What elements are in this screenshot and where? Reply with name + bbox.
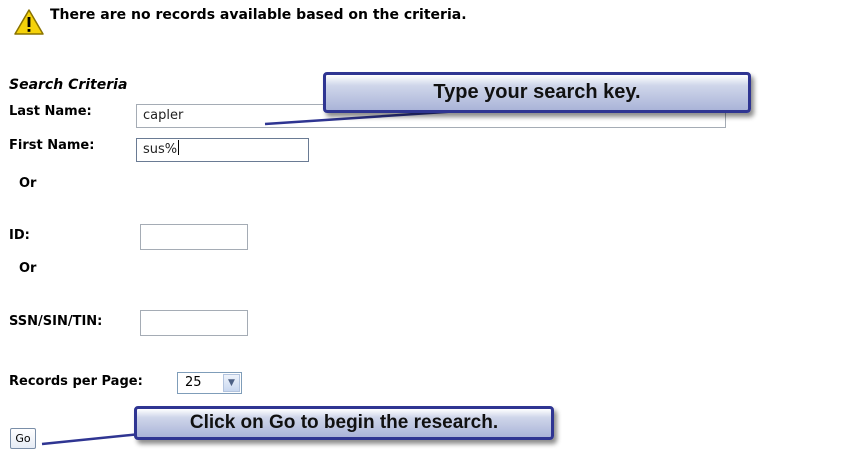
no-records-message: There are no records available based on … bbox=[50, 7, 467, 23]
or-separator-1: Or bbox=[19, 176, 37, 191]
last-name-label: Last Name: bbox=[9, 104, 92, 119]
last-name-value: capler bbox=[143, 108, 184, 123]
go-hint-callout: Click on Go to begin the research. bbox=[134, 406, 554, 440]
warning-icon bbox=[14, 9, 44, 35]
records-per-page-select[interactable]: 25 ▼ bbox=[177, 372, 242, 394]
id-label: ID: bbox=[9, 228, 30, 243]
chevron-down-icon[interactable]: ▼ bbox=[223, 374, 240, 392]
first-name-value: sus% bbox=[143, 142, 178, 157]
ssn-label: SSN/SIN/TIN: bbox=[9, 314, 103, 329]
records-per-page-value: 25 bbox=[185, 375, 202, 390]
ssn-input[interactable] bbox=[140, 310, 248, 336]
or-separator-2: Or bbox=[19, 261, 37, 276]
first-name-label: First Name: bbox=[9, 138, 95, 153]
go-button[interactable]: Go bbox=[10, 428, 36, 449]
go-hint-callout-text: Click on Go to begin the research. bbox=[189, 412, 499, 433]
text-cursor bbox=[178, 140, 180, 155]
search-key-callout-text: Type your search key. bbox=[433, 81, 641, 103]
search-key-callout: Type your search key. bbox=[323, 72, 751, 113]
records-per-page-label: Records per Page: bbox=[9, 374, 143, 389]
first-name-input[interactable]: sus% bbox=[136, 138, 309, 162]
search-criteria-title: Search Criteria bbox=[9, 77, 128, 93]
id-input[interactable] bbox=[140, 224, 248, 250]
